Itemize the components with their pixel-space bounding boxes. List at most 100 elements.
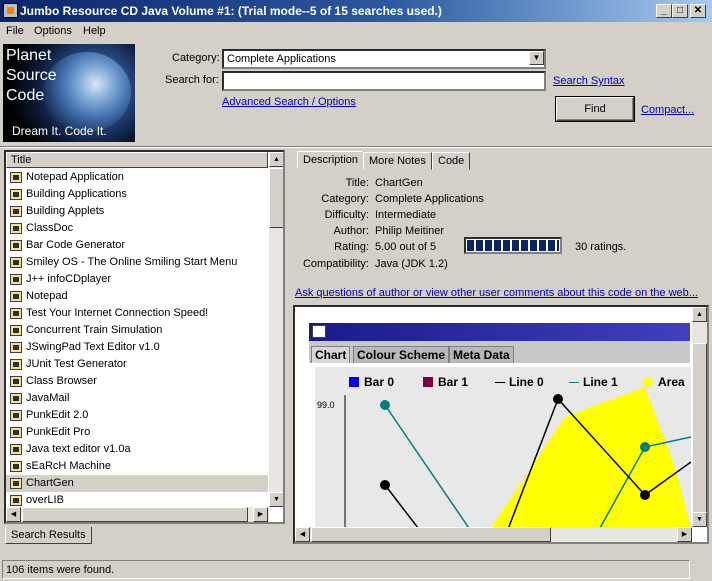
menu-file[interactable]: File <box>6 25 24 37</box>
scroll-right-icon[interactable]: ▶ <box>677 527 692 542</box>
detail-title-label: Title: <box>345 177 369 189</box>
preview-tab-colour-scheme: Colour Scheme <box>353 346 450 363</box>
detail-author-label: Author: <box>333 225 369 237</box>
maximize-button[interactable]: □ <box>672 4 688 18</box>
tab-description[interactable]: Description <box>297 151 365 168</box>
scroll-right-icon[interactable]: ▶ <box>253 507 268 522</box>
list-item[interactable]: Java text editor v1.0a <box>6 441 268 458</box>
compact-link[interactable]: Compact... <box>641 104 694 116</box>
code-file-icon <box>10 189 22 200</box>
tab-code[interactable]: Code <box>432 152 471 170</box>
legend-bar0: Bar 0 <box>349 375 394 389</box>
find-button[interactable]: Find <box>555 96 635 122</box>
preview-tab-meta-data: Meta Data <box>449 346 514 363</box>
preview-tab-chart: Chart <box>311 346 351 363</box>
list-item[interactable]: PunkEdit 2.0 <box>6 407 268 424</box>
scroll-up-icon[interactable]: ▲ <box>692 307 707 322</box>
tab-search-results[interactable]: Search Results <box>5 527 92 544</box>
list-item[interactable]: ClassDoc <box>6 220 268 237</box>
advanced-search-link[interactable]: Advanced Search / Options <box>222 96 356 108</box>
list-item[interactable]: Notepad <box>6 288 268 305</box>
preview-scroll-thumb[interactable] <box>692 343 707 513</box>
close-button[interactable]: ✕ <box>690 4 706 18</box>
code-file-icon <box>10 410 22 421</box>
list-item[interactable]: Test Your Internet Connection Speed! <box>6 305 268 322</box>
list-item[interactable]: PunkEdit Pro <box>6 424 268 441</box>
scroll-down-icon[interactable]: ▼ <box>692 512 707 527</box>
code-file-icon <box>10 376 22 387</box>
list-item[interactable]: J++ infoCDplayer <box>6 271 268 288</box>
preview-chart-svg <box>344 387 691 537</box>
app-icon[interactable] <box>3 3 18 18</box>
code-file-icon <box>10 308 22 319</box>
legend-bar1: Bar 1 <box>423 375 468 389</box>
hscroll-thumb[interactable] <box>22 507 248 522</box>
status-text: 106 items were found. <box>2 560 690 579</box>
results-rows: Notepad Application Building Application… <box>6 169 268 509</box>
category-select[interactable]: Complete Applications ▼ <box>222 49 546 69</box>
results-vertical-scrollbar[interactable]: ▲ ▼ <box>269 152 283 507</box>
detail-difficulty-label: Difficulty: <box>324 209 369 221</box>
line0-point <box>640 490 650 500</box>
tab-more-notes[interactable]: More Notes <box>363 152 432 170</box>
list-item[interactable]: JUnit Test Generator <box>6 356 268 373</box>
area-shape <box>485 387 691 537</box>
search-input[interactable] <box>222 71 546 91</box>
logo-tagline: Dream It. Code It. <box>12 124 107 138</box>
rating-bar-fill <box>467 240 559 251</box>
detail-rating-label: Rating: <box>334 241 369 253</box>
code-file-icon <box>10 444 22 455</box>
search-syntax-link[interactable]: Search Syntax <box>553 75 625 87</box>
preview-chart: Bar 0 Bar 1 Line 0 Line 1 Area 99.0 <box>315 367 691 537</box>
status-bar: 106 items were found. <box>0 558 712 581</box>
chevron-down-icon[interactable]: ▼ <box>529 51 544 65</box>
scroll-left-icon[interactable]: ◀ <box>295 527 310 542</box>
rating-bar <box>464 237 562 254</box>
results-list[interactable]: Title Notepad Application Building Appli… <box>4 150 285 524</box>
category-value: Complete Applications <box>227 53 336 65</box>
scroll-down-icon[interactable]: ▼ <box>269 492 283 507</box>
detail-category-label: Category: <box>321 193 369 205</box>
detail-rating-value: 5.00 out of 5 <box>375 241 437 253</box>
list-item[interactable]: Smiley OS - The Online Smiling Start Men… <box>6 254 268 271</box>
detail-title-value: ChartGen <box>375 177 423 189</box>
code-file-icon <box>10 359 22 370</box>
list-item-selected[interactable]: ChartGen <box>6 475 268 492</box>
code-file-icon <box>10 223 22 234</box>
list-item[interactable]: Class Browser <box>6 373 268 390</box>
menu-help[interactable]: Help <box>83 25 106 37</box>
list-item[interactable]: Building Applications <box>6 186 268 203</box>
scroll-left-icon[interactable]: ◀ <box>6 507 21 522</box>
code-file-icon <box>10 342 22 353</box>
line1-point <box>380 400 390 410</box>
column-header-title[interactable]: Title <box>6 152 268 168</box>
planet-source-code-logo: Planet Source Code Dream It. Code It. <box>3 44 135 142</box>
results-horizontal-scrollbar[interactable]: ◀ ▶ <box>6 507 269 522</box>
y-tick-label: 99.0 <box>317 400 335 410</box>
list-item[interactable]: sEaRcH Machine <box>6 458 268 475</box>
preview-vertical-scrollbar[interactable]: ▲ ▼ <box>692 307 707 527</box>
legend-line0: Line 0 <box>495 375 544 389</box>
scroll-up-icon[interactable]: ▲ <box>269 152 283 167</box>
code-file-icon <box>10 172 22 183</box>
preview-hscroll-thumb[interactable] <box>311 527 551 542</box>
list-item[interactable]: JSwingPad Text Editor v1.0 <box>6 339 268 356</box>
logo-title: Planet Source Code <box>6 47 57 104</box>
category-label: Category: <box>172 52 220 64</box>
minimize-button[interactable]: _ <box>656 4 672 18</box>
code-file-icon <box>10 206 22 217</box>
code-file-icon <box>10 240 22 251</box>
window-title: Jumbo Resource CD Java Volume #1: (Trial… <box>20 4 442 18</box>
list-item[interactable]: Bar Code Generator <box>6 237 268 254</box>
ask-questions-link[interactable]: Ask questions of author or view other us… <box>295 287 698 299</box>
code-file-icon <box>10 393 22 404</box>
list-item[interactable]: Notepad Application <box>6 169 268 186</box>
list-item[interactable]: Building Applets <box>6 203 268 220</box>
list-item[interactable]: Concurrent Train Simulation <box>6 322 268 339</box>
detail-difficulty-value: Intermediate <box>375 209 437 221</box>
preview-horizontal-scrollbar[interactable]: ◀ ▶ <box>295 527 692 542</box>
menu-options[interactable]: Options <box>34 25 72 37</box>
panel-separator <box>0 146 712 148</box>
list-item[interactable]: JavaMail <box>6 390 268 407</box>
code-file-icon <box>10 495 22 506</box>
